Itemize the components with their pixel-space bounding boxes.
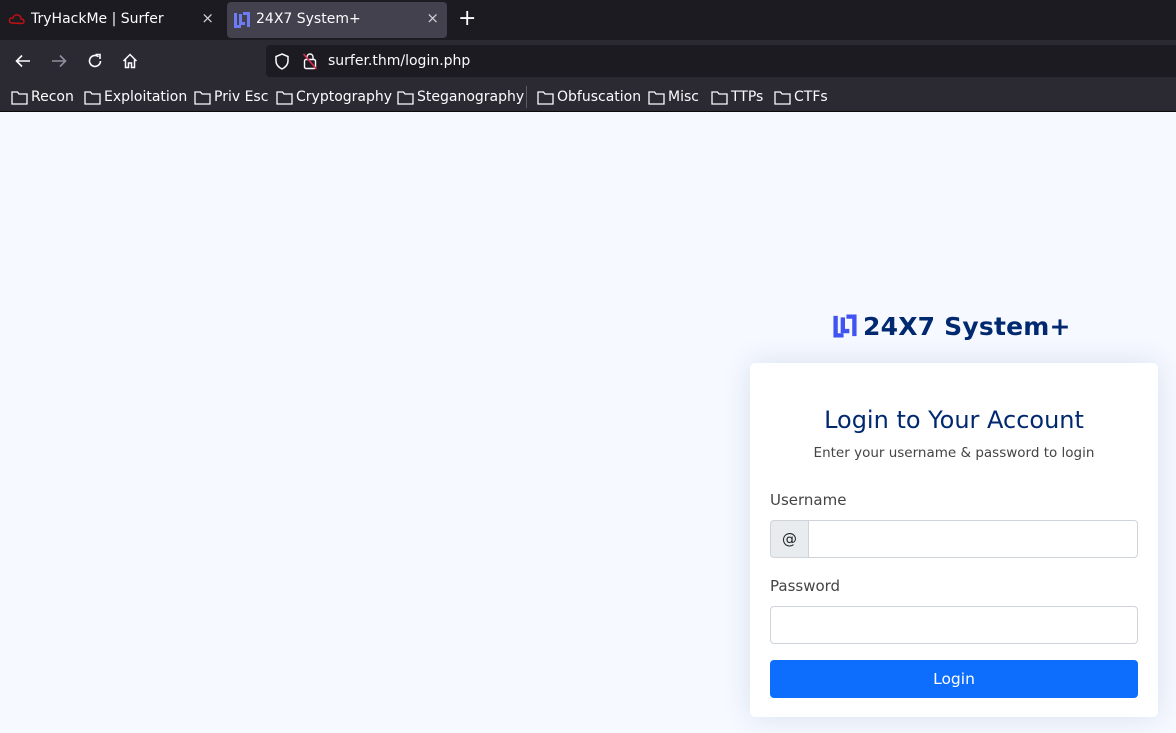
bookmark-label: Misc [668, 89, 699, 105]
bookmarks-toolbar: Recon Exploitation Priv Esc Cryptography… [0, 82, 1176, 112]
new-tab-button[interactable]: + [458, 7, 476, 31]
tab-close-icon[interactable]: × [201, 9, 214, 27]
login-subtitle: Enter your username & password to login [813, 445, 1095, 461]
username-label: Username [770, 491, 847, 509]
bookmark-folder-steganography[interactable]: Steganography [397, 87, 524, 107]
tab-title: 24X7 System+ [256, 11, 361, 27]
bookmark-label: CTFs [794, 89, 828, 105]
folder-icon [537, 90, 554, 105]
folder-icon [774, 90, 791, 105]
bookmark-folder-ctfs[interactable]: CTFs [774, 87, 828, 107]
url-text: surfer.thm/login.php [328, 53, 471, 69]
bookmark-folder-exploitation[interactable]: Exploitation [84, 87, 187, 107]
bookmark-label: Recon [31, 89, 74, 105]
login-card: Login to Your Account Enter your usernam… [750, 363, 1158, 717]
shield-icon[interactable] [274, 53, 290, 70]
folder-icon [397, 90, 414, 105]
password-input[interactable] [770, 606, 1138, 644]
username-prefix: @ [770, 520, 809, 558]
nav-toolbar: surfer.thm/login.php [0, 40, 1176, 82]
login-button[interactable]: Login [770, 660, 1138, 698]
folder-icon [711, 90, 728, 105]
tab-title: TryHackMe | Surfer [31, 11, 164, 27]
bookmark-label: Priv Esc [214, 89, 269, 105]
system-logo-icon [833, 314, 857, 338]
bookmark-label: Cryptography [296, 89, 393, 105]
folder-icon [194, 90, 211, 105]
back-button[interactable] [12, 50, 34, 72]
password-label: Password [770, 577, 841, 595]
login-title: Login to Your Account [824, 406, 1084, 434]
arrow-left-icon [15, 54, 30, 68]
tab-strip: TryHackMe | Surfer × 24X7 System+ × + [0, 0, 1176, 40]
tab-close-icon[interactable]: × [426, 9, 439, 27]
tab-system-plus[interactable]: 24X7 System+ × [227, 2, 447, 38]
folder-icon [276, 90, 293, 105]
tryhackme-cloud-icon [8, 14, 25, 25]
home-button[interactable] [119, 50, 141, 72]
username-input-group: @ [770, 520, 1138, 558]
bookmark-folder-misc[interactable]: Misc [648, 87, 699, 107]
brand-logo[interactable]: 24X7 System+ [832, 311, 1071, 341]
brand-name: 24X7 System+ [863, 311, 1071, 341]
insecure-lock-icon[interactable] [302, 52, 318, 70]
bookmark-folder-recon[interactable]: Recon [11, 87, 74, 107]
arrow-right-icon [52, 54, 67, 68]
bookmark-label: Exploitation [104, 89, 188, 105]
forward-button[interactable] [48, 50, 70, 72]
reload-button[interactable] [84, 50, 106, 72]
bookmark-label: TTPs [731, 89, 764, 105]
bookmark-label: Obfuscation [557, 89, 642, 105]
system-logo-icon [234, 12, 250, 28]
folder-icon [11, 90, 28, 105]
url-bar[interactable]: surfer.thm/login.php [266, 45, 1176, 77]
folder-icon [648, 90, 665, 105]
bookmark-separator [526, 86, 527, 108]
home-icon [122, 53, 138, 69]
bookmark-label: Steganography [417, 89, 525, 105]
bookmark-folder-ttps[interactable]: TTPs [711, 87, 763, 107]
bookmark-folder-cryptography[interactable]: Cryptography [276, 87, 392, 107]
username-input[interactable] [809, 520, 1138, 558]
folder-icon [84, 90, 101, 105]
tab-tryhackme[interactable]: TryHackMe | Surfer × [2, 2, 222, 38]
bookmark-folder-obfuscation[interactable]: Obfuscation [537, 87, 641, 107]
reload-icon [88, 53, 102, 68]
bookmark-folder-priv-esc[interactable]: Priv Esc [194, 87, 268, 107]
